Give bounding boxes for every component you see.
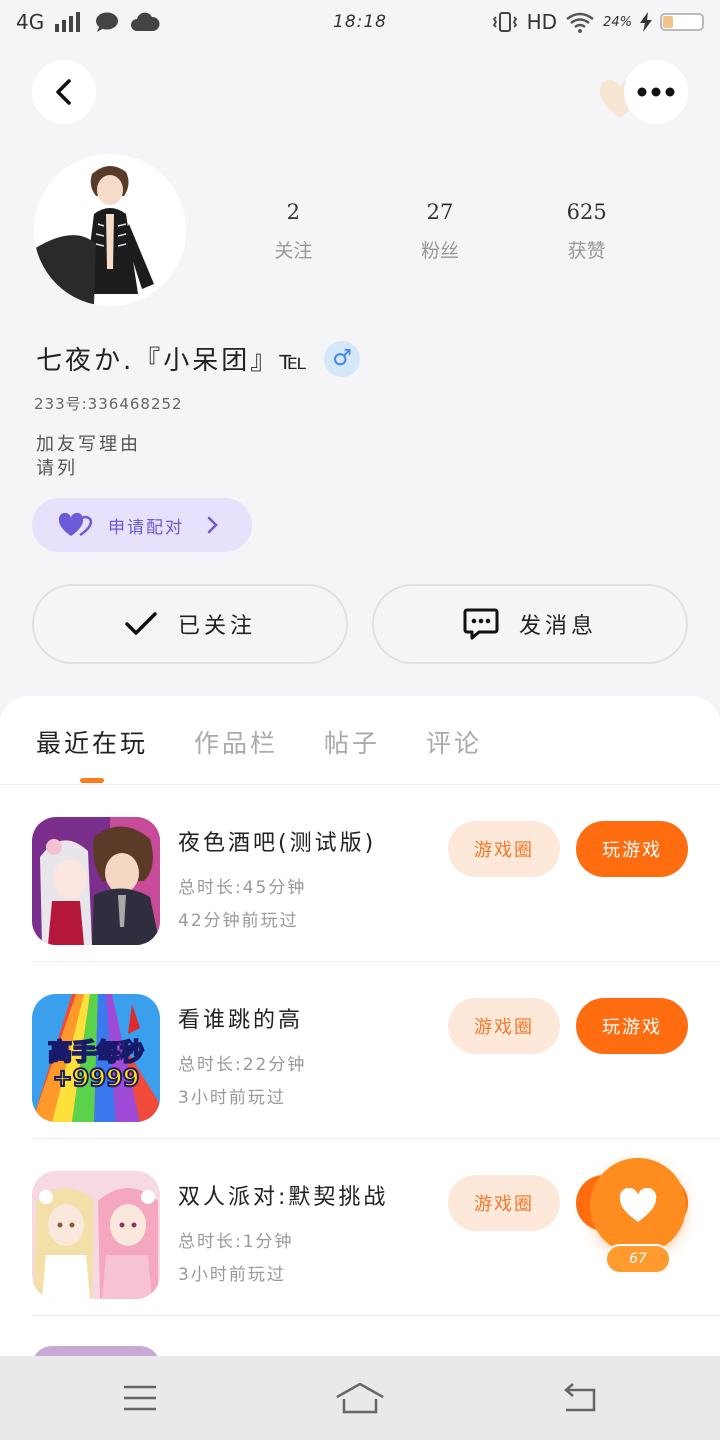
game-circle-button[interactable]: 游戏圈	[448, 1175, 560, 1231]
message-bubble-icon	[463, 608, 499, 640]
pair-button-label: 申请配对	[108, 517, 184, 538]
hd-label: HD	[526, 10, 558, 34]
tab-bar: 最近在玩 作品栏 帖子 评论	[36, 724, 482, 760]
game-circle-button[interactable]: 游戏圈	[448, 998, 560, 1054]
game-title: 双人派对:默契挑战	[178, 1185, 389, 1210]
charging-bolt-icon	[640, 12, 652, 32]
more-dots-icon	[637, 87, 675, 97]
game-list-item[interactable]: 高手每秒 +9999 看谁跳的高 总时长:22分钟 3小时前玩过 游戏圈 玩游戏	[32, 962, 720, 1139]
home-nav-button[interactable]	[330, 1378, 390, 1418]
send-message-button[interactable]: 发消息	[372, 584, 688, 664]
bio-line: 请列	[36, 458, 78, 479]
user-bio: 加友写理由 请列	[36, 433, 141, 481]
followed-label: 已关注	[177, 614, 256, 639]
user-id: 233号:336468252	[34, 395, 183, 413]
stat-value: 625	[566, 200, 607, 224]
bio-line: 加友写理由	[36, 434, 141, 455]
game-icon-jump-high[interactable]: 高手每秒 +9999	[32, 994, 160, 1122]
game-icon-night-bar[interactable]	[32, 817, 160, 945]
user-name: 七夜か.『小呆团』℡	[36, 346, 311, 376]
game-title: 夜色酒吧(测试版)	[178, 831, 377, 856]
home-icon	[336, 1382, 384, 1414]
game-icon-duo-party[interactable]	[32, 1171, 160, 1299]
tab-posts[interactable]: 帖子	[324, 724, 380, 760]
heart-icon	[619, 1188, 657, 1222]
back-button[interactable]	[32, 60, 96, 124]
tab-recently-played[interactable]: 最近在玩	[36, 724, 148, 760]
game-icon-text: +9999	[53, 1064, 140, 1092]
chevron-right-icon	[207, 516, 218, 534]
play-game-button[interactable]: 玩游戏	[576, 821, 688, 877]
tab-works[interactable]: 作品栏	[194, 724, 278, 760]
system-nav-bar	[0, 1356, 720, 1440]
more-button[interactable]	[624, 60, 688, 124]
chevron-left-icon	[56, 79, 71, 105]
followed-button[interactable]: 已关注	[32, 584, 348, 664]
game-total-time: 总时长:22分钟	[178, 1055, 307, 1075]
like-count-badge: 67	[605, 1244, 671, 1274]
stat-label: 获赞	[567, 240, 606, 262]
game-last-played: 42分钟前玩过	[178, 911, 299, 931]
active-tab-indicator	[80, 778, 104, 783]
play-game-button[interactable]: 玩游戏	[576, 998, 688, 1054]
game-last-played: 3小时前玩过	[178, 1088, 286, 1108]
menu-icon	[124, 1385, 156, 1411]
game-icon-text: 高手每秒	[48, 1038, 144, 1066]
tab-comments[interactable]: 评论	[426, 724, 482, 760]
game-icon-partial	[32, 1346, 160, 1356]
battery-percent: 24%	[603, 14, 632, 30]
avatar[interactable]	[34, 154, 186, 306]
menu-nav-button[interactable]	[110, 1378, 170, 1418]
game-last-played: 3小时前玩过	[178, 1265, 286, 1285]
stat-value: 27	[426, 200, 454, 224]
game-list-item[interactable]: 夜色酒吧(测试版) 总时长:45分钟 42分钟前玩过 游戏圈 玩游戏	[32, 785, 720, 962]
back-nav-button[interactable]	[550, 1378, 610, 1418]
profile-stats: 2 关注 27 粉丝 625 获赞	[220, 200, 660, 263]
game-total-time: 总时长:1分钟	[178, 1232, 294, 1252]
name-row: 七夜か.『小呆团』℡ ♂	[36, 340, 361, 377]
status-bar: 4G 18:18 HD 24%	[0, 0, 720, 48]
male-gender-icon: ♂	[324, 340, 361, 377]
wifi-icon	[566, 12, 594, 33]
stat-likes[interactable]: 625 获赞	[527, 200, 647, 263]
battery-fill	[663, 16, 673, 28]
avatar-figure-image	[34, 154, 186, 306]
floating-like-button[interactable]	[590, 1158, 686, 1254]
stat-followers[interactable]: 27 粉丝	[380, 200, 500, 263]
stat-following[interactable]: 2 关注	[233, 200, 353, 263]
game-circle-button[interactable]: 游戏圈	[448, 821, 560, 877]
stat-label: 关注	[274, 240, 313, 262]
checkmark-icon	[125, 612, 157, 635]
game-total-time: 总时长:45分钟	[178, 878, 307, 898]
return-icon	[564, 1383, 596, 1412]
game-title: 看谁跳的高	[178, 1008, 304, 1033]
double-heart-icon	[58, 512, 92, 537]
apply-pair-button[interactable]: 申请配对	[32, 498, 252, 552]
send-message-label: 发消息	[518, 614, 597, 639]
stat-label: 粉丝	[420, 240, 459, 262]
battery-icon	[660, 13, 704, 31]
stat-value: 2	[286, 200, 301, 224]
vibrate-icon	[492, 12, 517, 32]
